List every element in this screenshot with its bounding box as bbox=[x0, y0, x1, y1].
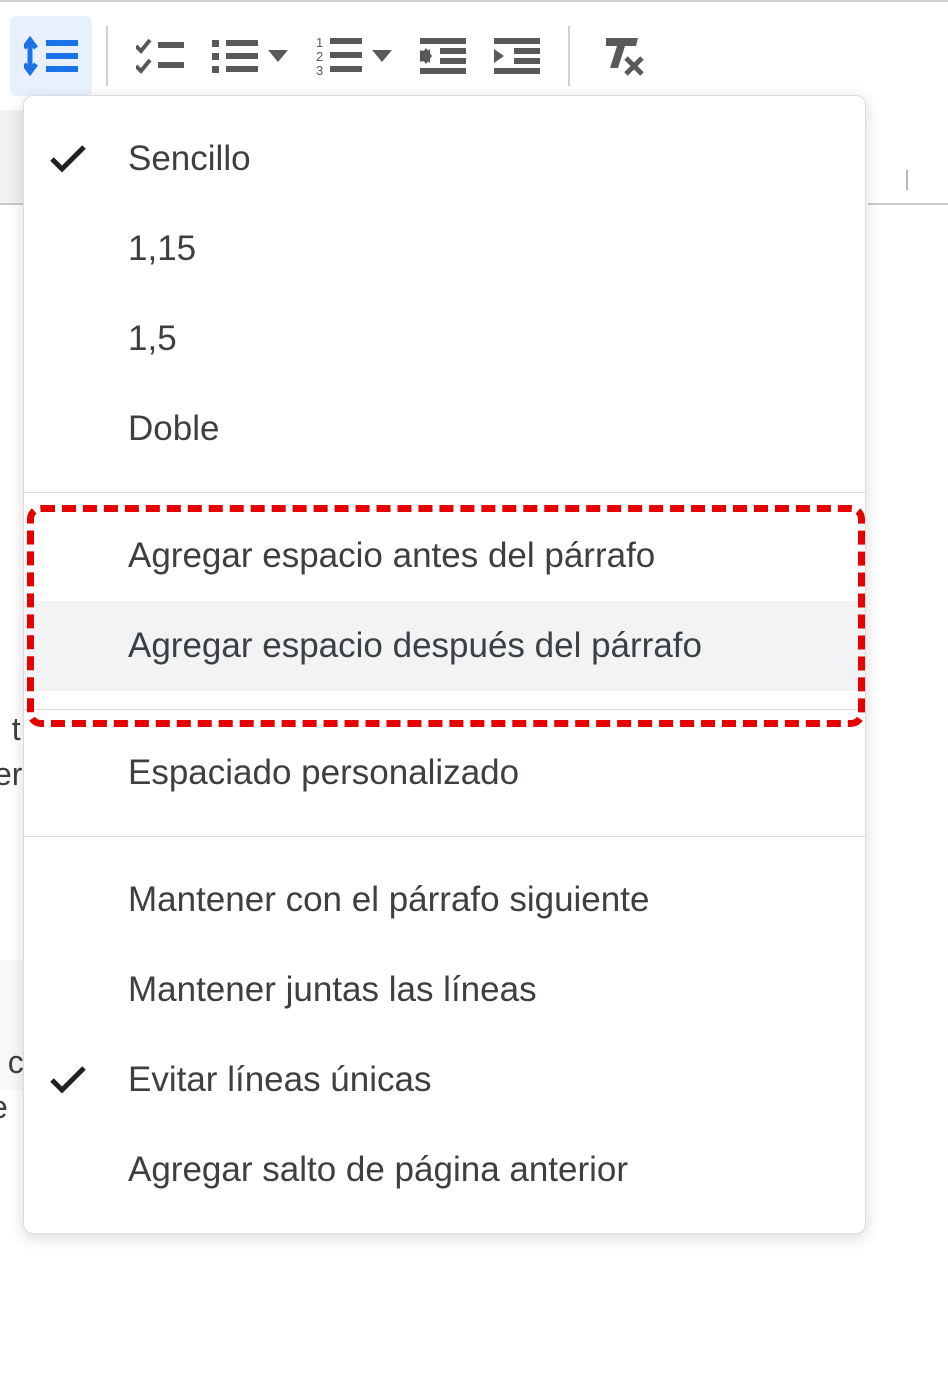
bulleted-list-button[interactable] bbox=[198, 16, 302, 96]
menu-item-label: Agregar espacio después del párrafo bbox=[128, 626, 702, 666]
menu-item-label: Mantener juntas las líneas bbox=[128, 970, 537, 1010]
toolbar-separator bbox=[568, 26, 570, 86]
menu-item-keep-with-next[interactable]: Mantener con el párrafo siguiente bbox=[24, 855, 865, 945]
check-icon bbox=[50, 1066, 128, 1094]
line-spacing-button[interactable] bbox=[10, 16, 92, 96]
clear-formatting-button[interactable] bbox=[584, 16, 660, 96]
menu-item-label: Agregar espacio antes del párrafo bbox=[128, 536, 655, 576]
menu-separator bbox=[24, 836, 865, 837]
increase-indent-icon bbox=[494, 36, 540, 76]
checklist-button[interactable] bbox=[122, 16, 198, 96]
line-spacing-icon bbox=[24, 34, 78, 78]
svg-text:1: 1 bbox=[316, 35, 323, 50]
toolbar: 1 2 3 bbox=[0, 0, 948, 110]
menu-item-page-break-before[interactable]: Agregar salto de página anterior bbox=[24, 1125, 865, 1215]
checklist-icon bbox=[136, 36, 184, 76]
menu-item-label: Mantener con el párrafo siguiente bbox=[128, 880, 649, 920]
clear-formatting-icon bbox=[598, 34, 646, 78]
menu-item-custom-spacing[interactable]: Espaciado personalizado bbox=[24, 728, 865, 818]
check-icon bbox=[50, 145, 128, 173]
chevron-down-icon bbox=[372, 50, 392, 62]
menu-item-keep-lines[interactable]: Mantener juntas las líneas bbox=[24, 945, 865, 1035]
line-spacing-menu: Sencillo 1,15 1,5 Doble Agregar espacio … bbox=[23, 95, 866, 1234]
menu-item-label: Agregar salto de página anterior bbox=[128, 1150, 628, 1190]
chevron-down-icon bbox=[268, 50, 288, 62]
numbered-list-button[interactable]: 1 2 3 bbox=[302, 16, 406, 96]
svg-text:2: 2 bbox=[316, 49, 323, 64]
menu-separator bbox=[24, 709, 865, 710]
menu-item-1-15[interactable]: 1,15 bbox=[24, 204, 865, 294]
ruler-tick bbox=[906, 170, 908, 190]
menu-separator bbox=[24, 492, 865, 493]
menu-item-label: Espaciado personalizado bbox=[128, 753, 519, 793]
ruler-fragment bbox=[868, 110, 948, 205]
menu-item-1-5[interactable]: 1,5 bbox=[24, 294, 865, 384]
menu-item-doble[interactable]: Doble bbox=[24, 384, 865, 474]
svg-text:3: 3 bbox=[316, 63, 323, 77]
decrease-indent-icon bbox=[420, 36, 466, 76]
menu-item-space-before[interactable]: Agregar espacio antes del párrafo bbox=[24, 511, 865, 601]
ruler-fragment bbox=[0, 110, 23, 205]
numbered-list-icon: 1 2 3 bbox=[316, 35, 362, 77]
menu-item-label: 1,15 bbox=[128, 229, 196, 269]
menu-item-sencillo[interactable]: Sencillo bbox=[24, 114, 865, 204]
menu-item-space-after[interactable]: Agregar espacio después del párrafo bbox=[24, 601, 865, 691]
menu-item-label: Doble bbox=[128, 409, 219, 449]
decrease-indent-button[interactable] bbox=[406, 16, 480, 96]
bulleted-list-icon bbox=[212, 36, 258, 76]
increase-indent-button[interactable] bbox=[480, 16, 554, 96]
toolbar-separator bbox=[106, 26, 108, 86]
menu-item-label: Sencillo bbox=[128, 139, 251, 179]
menu-item-avoid-widow[interactable]: Evitar líneas únicas bbox=[24, 1035, 865, 1125]
menu-item-label: 1,5 bbox=[128, 319, 177, 359]
menu-item-label: Evitar líneas únicas bbox=[128, 1060, 431, 1100]
